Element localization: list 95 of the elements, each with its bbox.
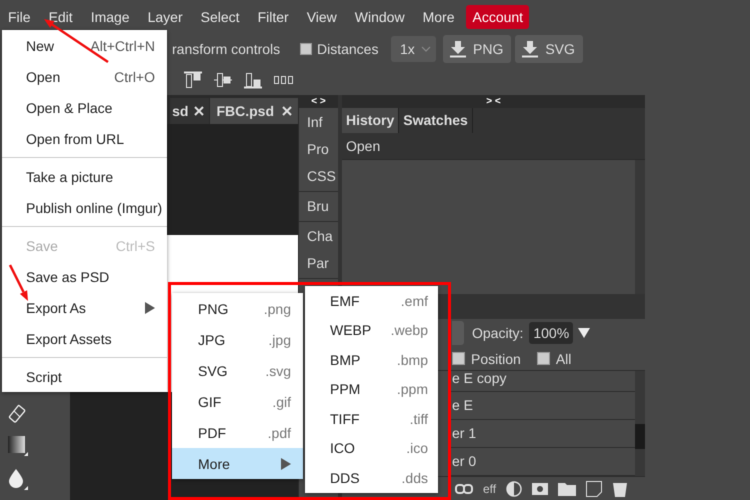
export-button[interactable]: PNG — [443, 35, 512, 63]
menu-item[interactable]: Save as PSD — [2, 261, 167, 292]
menu-item[interactable]: File — [0, 4, 40, 28]
checkbox-label: Distances — [317, 41, 378, 57]
menu-item[interactable]: Select — [192, 4, 249, 28]
export-button[interactable]: SVG — [515, 35, 583, 63]
annotation-arrow — [8, 264, 28, 301]
opacity-field[interactable]: 100% — [529, 322, 574, 344]
menu-item[interactable]: ICO .ico — [305, 434, 438, 463]
extension-text: .webp — [390, 322, 428, 338]
extension-text: .png — [264, 300, 291, 316]
checkbox-label: All — [556, 350, 572, 367]
checkbox-label: Position — [471, 350, 521, 367]
panel-toggle[interactable]: > < — [342, 95, 645, 108]
checkbox[interactable] — [300, 43, 312, 55]
extension-text: .jpg — [268, 332, 291, 348]
menu-item[interactable]: Window — [346, 4, 414, 28]
menu-item[interactable]: Script — [2, 361, 167, 392]
menu-item[interactable]: Export Assets — [2, 323, 167, 354]
menu-item[interactable]: New Alt+Ctrl+N — [2, 30, 167, 61]
menu-item[interactable]: SVG .svg — [172, 355, 303, 386]
shortcut-text: Alt+Ctrl+N — [90, 38, 155, 54]
panel-button[interactable]: Bru — [299, 193, 338, 220]
effects-button[interactable]: eff — [483, 482, 496, 496]
toolbar-label: ransform controls — [172, 41, 282, 57]
menu-item[interactable]: More — [414, 4, 464, 28]
caret-icon — [421, 45, 431, 53]
extension-text: .bmp — [396, 352, 428, 368]
eraser-icon — [8, 404, 26, 424]
new-page-icon[interactable] — [586, 480, 602, 497]
half-circle-icon[interactable] — [506, 480, 522, 497]
download-icon — [449, 40, 467, 58]
menu-item[interactable]: Image — [82, 4, 139, 28]
align-middle-icon — [213, 71, 233, 89]
menu-item[interactable]: Open from URL — [2, 123, 167, 154]
folder-icon[interactable] — [558, 482, 576, 496]
shortcut-text: Ctrl+O — [114, 68, 155, 84]
link-icon[interactable] — [455, 484, 473, 494]
account-button[interactable]: Account — [466, 4, 530, 28]
gradient-icon — [8, 436, 28, 456]
close-icon[interactable] — [194, 106, 204, 116]
menu-item[interactable]: View — [298, 4, 346, 28]
menu-item[interactable]: PDF .pdf — [172, 417, 303, 448]
align-top-icon — [183, 71, 203, 89]
drop-icon — [8, 468, 28, 490]
download-icon — [521, 40, 540, 58]
menu-item[interactable]: GIF .gif — [172, 386, 303, 417]
panel-button[interactable]: Pro — [299, 136, 338, 163]
checkbox[interactable] — [452, 352, 465, 366]
menu-item[interactable]: More — [172, 448, 303, 479]
extension-text: .emf — [400, 292, 428, 309]
scrollbar[interactable] — [635, 371, 645, 476]
close-icon[interactable] — [282, 106, 292, 116]
menu-item[interactable]: Layer — [138, 4, 192, 28]
submenu-arrow-icon — [145, 302, 155, 314]
menu-item[interactable]: Export As — [2, 292, 167, 323]
extension-text: .gif — [272, 394, 291, 410]
menu-item[interactable]: TIFF .tiff — [305, 404, 438, 434]
extension-text: .svg — [265, 362, 291, 378]
scrollbar[interactable] — [635, 160, 645, 294]
panel-button[interactable]: Inf — [299, 109, 338, 136]
align-bottom-icon — [243, 71, 263, 89]
menu-item[interactable]: Open Ctrl+O — [2, 61, 167, 92]
menu-item[interactable]: WEBP .webp — [305, 316, 438, 345]
checkbox[interactable] — [536, 352, 550, 366]
menu-item[interactable]: DDS .dds — [305, 463, 438, 492]
menu-item[interactable]: Publish online (Imgur) — [2, 192, 167, 223]
extension-text: .pdf — [268, 424, 291, 440]
submenu-arrow-icon — [281, 458, 291, 470]
shortcut-text: Ctrl+S — [116, 238, 155, 254]
menu-item[interactable]: Filter — [248, 4, 298, 28]
extension-text: .dds — [402, 470, 428, 486]
dropdown-triangle-icon[interactable] — [578, 328, 590, 338]
menu-item[interactable]: EMF .emf — [305, 286, 438, 316]
menu-item[interactable]: Take a picture — [2, 161, 167, 192]
menu-item[interactable]: Open & Place — [2, 92, 167, 123]
extension-text: .ico — [406, 440, 428, 456]
menu-item[interactable]: PNG .png — [172, 293, 303, 324]
menu-item[interactable]: PPM .ppm — [305, 374, 438, 404]
menu-item[interactable]: BMP .bmp — [305, 345, 438, 374]
mask-icon[interactable] — [532, 482, 548, 495]
panel-button[interactable]: Par — [299, 250, 338, 277]
panel-toggle[interactable]: < > — [299, 95, 338, 108]
scale-dropdown[interactable]: 1x — [391, 36, 436, 62]
menu-item[interactable]: JPG .jpg — [172, 324, 303, 355]
document-tab[interactable]: sd — [170, 98, 210, 124]
opacity-label: Opacity: — [472, 325, 524, 342]
panel-tab[interactable]: History — [342, 108, 400, 133]
trash-icon[interactable] — [612, 480, 628, 497]
extension-text: .tiff — [410, 410, 428, 427]
panel-button[interactable]: CSS — [299, 163, 338, 190]
extension-text: .ppm — [396, 381, 428, 398]
document-tab[interactable]: FBC.psd — [210, 98, 298, 124]
history-entry[interactable]: Open — [342, 133, 645, 160]
panel-button[interactable]: Cha — [299, 223, 338, 250]
